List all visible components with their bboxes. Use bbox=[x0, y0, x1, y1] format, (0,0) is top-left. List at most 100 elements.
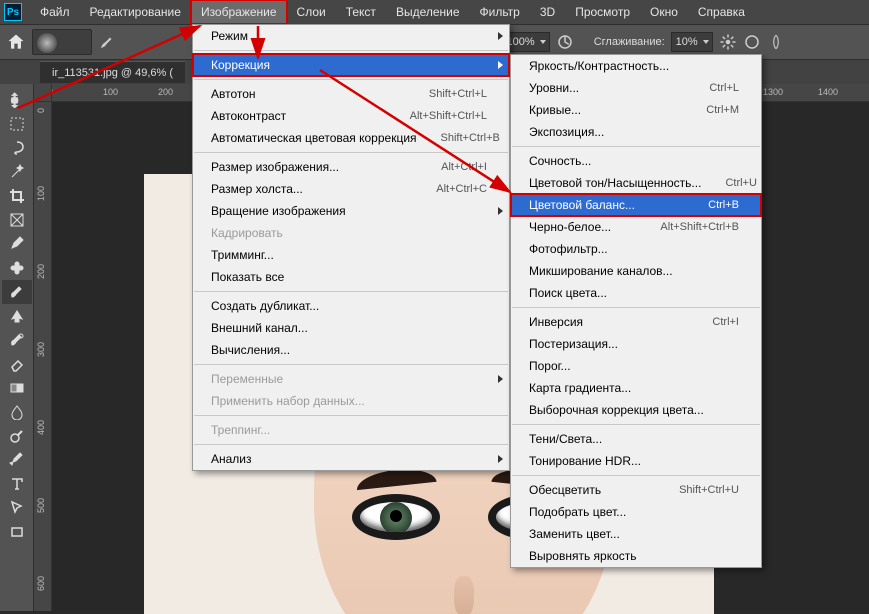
brush-panel-icon[interactable] bbox=[98, 33, 116, 51]
home-icon[interactable] bbox=[6, 32, 26, 52]
menu-item[interactable]: Вращение изображения bbox=[193, 200, 509, 222]
menu-item[interactable]: Тени/Света... bbox=[511, 428, 761, 450]
tool-frame[interactable] bbox=[2, 208, 32, 232]
menu-item[interactable]: АвтотонShift+Ctrl+L bbox=[193, 83, 509, 105]
menu-item[interactable]: Выровнять яркость bbox=[511, 545, 761, 567]
tool-healing[interactable] bbox=[2, 256, 32, 280]
menu-separator bbox=[194, 50, 508, 51]
menu-редактирование[interactable]: Редактирование bbox=[80, 0, 191, 24]
menu-item[interactable]: Уровни...Ctrl+L bbox=[511, 77, 761, 99]
menu-item[interactable]: Тримминг... bbox=[193, 244, 509, 266]
menu-окно[interactable]: Окно bbox=[640, 0, 688, 24]
tool-eraser[interactable] bbox=[2, 352, 32, 376]
symmetry-icon[interactable] bbox=[767, 33, 785, 51]
menu-item[interactable]: ОбесцветитьShift+Ctrl+U bbox=[511, 479, 761, 501]
menu-item-label: Коррекция bbox=[211, 58, 270, 72]
menu-item: Треппинг... bbox=[193, 419, 509, 441]
menu-item-label: Применить набор данных... bbox=[211, 394, 365, 408]
lasso-icon bbox=[9, 140, 25, 156]
menu-item[interactable]: Карта градиента... bbox=[511, 377, 761, 399]
menu-просмотр[interactable]: Просмотр bbox=[565, 0, 640, 24]
menu-item[interactable]: Показать все bbox=[193, 266, 509, 288]
menu-item-label: Цветовой баланс... bbox=[529, 198, 635, 212]
menu-item: Переменные bbox=[193, 368, 509, 390]
submenu-arrow-icon bbox=[498, 61, 503, 69]
menu-item-label: Размер холста... bbox=[211, 182, 303, 196]
menu-item[interactable]: Выборочная коррекция цвета... bbox=[511, 399, 761, 421]
menu-item[interactable]: Цветовой баланс...Ctrl+B bbox=[511, 194, 761, 216]
tool-eyedropper[interactable] bbox=[2, 232, 32, 256]
menu-файл[interactable]: Файл bbox=[30, 0, 80, 24]
menu-item[interactable]: Яркость/Контрастность... bbox=[511, 55, 761, 77]
menu-текст[interactable]: Текст bbox=[336, 0, 386, 24]
pressure-size-icon[interactable] bbox=[743, 33, 761, 51]
tool-blur[interactable] bbox=[2, 400, 32, 424]
menu-item-shortcut: Alt+Shift+Ctrl+B bbox=[660, 221, 739, 233]
menu-слои[interactable]: Слои bbox=[287, 0, 336, 24]
menu-item[interactable]: Подобрать цвет... bbox=[511, 501, 761, 523]
menu-изображение[interactable]: Изображение bbox=[191, 0, 287, 24]
menu-item-label: Поиск цвета... bbox=[529, 286, 607, 300]
menu-separator bbox=[512, 146, 760, 147]
menu-item-label: Автоматическая цветовая коррекция bbox=[211, 131, 417, 145]
tool-crop[interactable] bbox=[2, 184, 32, 208]
smoothing-gear-icon[interactable] bbox=[719, 33, 737, 51]
menu-выделение[interactable]: Выделение bbox=[386, 0, 470, 24]
tool-clone[interactable] bbox=[2, 304, 32, 328]
menu-item-label: Показать все bbox=[211, 270, 284, 284]
menu-item[interactable]: Цветовой тон/Насыщенность...Ctrl+U bbox=[511, 172, 761, 194]
menu-item[interactable]: АвтоконтрастAlt+Shift+Ctrl+L bbox=[193, 105, 509, 127]
menu-item[interactable]: Экспозиция... bbox=[511, 121, 761, 143]
menu-item[interactable]: Заменить цвет... bbox=[511, 523, 761, 545]
tool-type[interactable] bbox=[2, 472, 32, 496]
pressure-opacity-icon[interactable] bbox=[556, 33, 574, 51]
menu-item-label: Анализ bbox=[211, 452, 252, 466]
tool-gradient[interactable] bbox=[2, 376, 32, 400]
menu-item[interactable]: Вычисления... bbox=[193, 339, 509, 361]
tool-pen[interactable] bbox=[2, 448, 32, 472]
menu-item[interactable]: Анализ bbox=[193, 448, 509, 470]
menu-3d[interactable]: 3D bbox=[530, 0, 565, 24]
tool-move[interactable] bbox=[2, 88, 32, 112]
menu-item[interactable]: Автоматическая цветовая коррекцияShift+C… bbox=[193, 127, 509, 149]
menu-item[interactable]: Размер холста...Alt+Ctrl+C bbox=[193, 178, 509, 200]
menu-item[interactable]: Кривые...Ctrl+M bbox=[511, 99, 761, 121]
menu-item[interactable]: Коррекция bbox=[193, 54, 509, 76]
menu-item[interactable]: Внешний канал... bbox=[193, 317, 509, 339]
tool-path-select[interactable] bbox=[2, 496, 32, 520]
eyedropper-icon bbox=[9, 236, 25, 252]
tool-brush[interactable] bbox=[2, 280, 32, 304]
menu-item[interactable]: Черно-белое...Alt+Shift+Ctrl+B bbox=[511, 216, 761, 238]
eraser-icon bbox=[9, 356, 25, 372]
menu-item[interactable]: Создать дубликат... bbox=[193, 295, 509, 317]
menu-item[interactable]: Сочность... bbox=[511, 150, 761, 172]
menu-item[interactable]: Постеризация... bbox=[511, 333, 761, 355]
ps-logo-icon: Ps bbox=[4, 3, 22, 21]
tool-lasso[interactable] bbox=[2, 136, 32, 160]
menu-item[interactable]: ИнверсияCtrl+I bbox=[511, 311, 761, 333]
tool-history-brush[interactable] bbox=[2, 328, 32, 352]
menu-item-label: Подобрать цвет... bbox=[529, 505, 626, 519]
frame-icon bbox=[9, 212, 25, 228]
tool-rectangle[interactable] bbox=[2, 520, 32, 544]
menu-item-label: Тримминг... bbox=[211, 248, 274, 262]
brush-preset-picker[interactable] bbox=[32, 29, 92, 55]
menu-item-label: Заменить цвет... bbox=[529, 527, 620, 541]
menu-item[interactable]: Режим bbox=[193, 25, 509, 47]
menu-item[interactable]: Поиск цвета... bbox=[511, 282, 761, 304]
menu-фильтр[interactable]: Фильтр bbox=[470, 0, 530, 24]
menu-item[interactable]: Фотофильтр... bbox=[511, 238, 761, 260]
menu-item: Кадрировать bbox=[193, 222, 509, 244]
document-tab[interactable]: ir_113531.jpg @ 49,6% ( bbox=[40, 61, 185, 83]
tool-magic-wand[interactable] bbox=[2, 160, 32, 184]
menu-справка[interactable]: Справка bbox=[688, 0, 755, 24]
image-menu: Режим Коррекция АвтотонShift+Ctrl+LАвтокон… bbox=[192, 24, 510, 471]
tool-dodge[interactable] bbox=[2, 424, 32, 448]
menu-item[interactable]: Тонирование HDR... bbox=[511, 450, 761, 472]
menu-item[interactable]: Микширование каналов... bbox=[511, 260, 761, 282]
tool-marquee[interactable] bbox=[2, 112, 32, 136]
menu-item[interactable]: Порог... bbox=[511, 355, 761, 377]
pen-icon bbox=[9, 452, 25, 468]
menu-item[interactable]: Размер изображения...Alt+Ctrl+I bbox=[193, 156, 509, 178]
smoothing-select[interactable]: 10% bbox=[671, 32, 713, 52]
